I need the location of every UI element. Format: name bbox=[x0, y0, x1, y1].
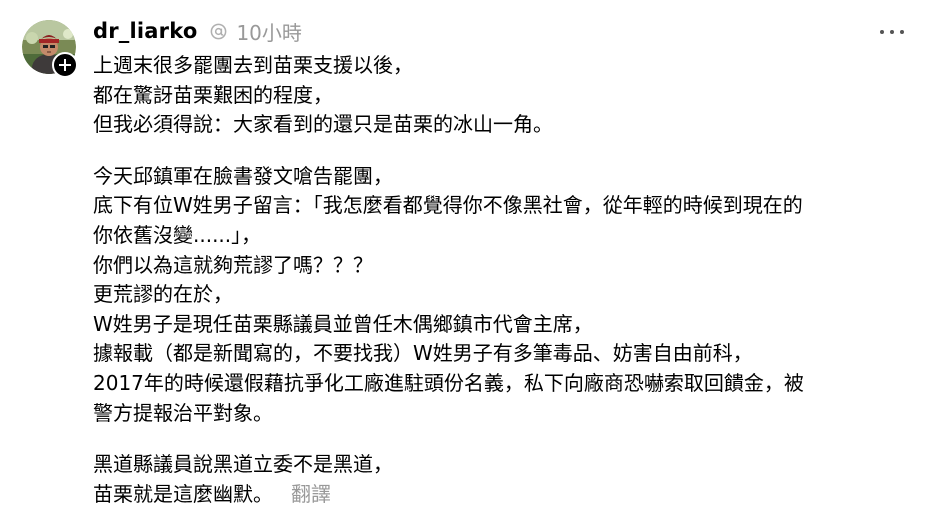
post-text-line: 上週末很多罷團去到苗栗支援以後， bbox=[93, 53, 413, 77]
post-timestamp[interactable]: 10小時 bbox=[236, 17, 301, 46]
username-link[interactable]: dr_liarko bbox=[93, 19, 197, 43]
post-text-line: 今天邱鎮軍在臉書發文嗆告罷團， bbox=[93, 163, 393, 188]
post-text-line: 都在驚訝苗栗艱困的程度， bbox=[93, 82, 333, 107]
post-text-line: W姓男子是現任苗栗縣議員並曾任木偶鄉鎮市代會主席， bbox=[93, 311, 593, 336]
post-text-line: 你依舊沒變......」， bbox=[93, 222, 262, 247]
more-horizontal-icon bbox=[900, 30, 904, 34]
post-body: 上週末很多罷團去到苗栗支援以後， 都在驚訝苗栗艱困的程度， 但我必須得說：大家看… bbox=[93, 51, 913, 509]
post-text-line: 但我必須得說：大家看到的還只是苗栗的冰山一角。 bbox=[93, 112, 553, 137]
post-text-line: 黑道縣議員說黑道立委不是黑道， bbox=[93, 452, 393, 477]
post-text-line: 更荒謬的在於， bbox=[93, 282, 233, 307]
translate-button[interactable]: 翻譯 bbox=[291, 482, 331, 506]
threads-at-icon bbox=[209, 22, 228, 41]
post-text-line: 警方提報治平對象。 bbox=[93, 400, 273, 425]
post-text-line: 2017年的時候還假藉抗爭化工廠進駐頭份名義，私下向廠商恐嚇索取回饋金，被 bbox=[93, 370, 804, 395]
more-options-button[interactable] bbox=[880, 20, 904, 44]
more-horizontal-icon bbox=[890, 30, 894, 34]
post-header: dr_liarko 10小時 bbox=[93, 14, 302, 48]
post-text-line: 苗栗就是這麼幽默。 bbox=[93, 481, 273, 506]
post-text-line: 底下有位W姓男子留言：「我怎麼看都覺得你不像黑社會，從年輕的時候到現在的 bbox=[93, 193, 803, 218]
plus-icon bbox=[59, 59, 71, 71]
follow-button[interactable] bbox=[52, 52, 78, 78]
threads-post: dr_liarko 10小時 上週末很多罷團去到苗栗支援以後， 都在驚訝苗栗艱困… bbox=[0, 0, 934, 529]
post-text-line: 你們以為這就夠荒謬了嗎？？？ bbox=[93, 252, 373, 277]
more-horizontal-icon bbox=[880, 30, 884, 34]
post-text-line: 據報載（都是新聞寫的，不要找我）W姓男子有多筆毒品、妨害自由前科， bbox=[93, 341, 753, 366]
avatar-container[interactable] bbox=[22, 20, 78, 78]
post-text-last-line: 苗栗就是這麼幽默。 翻譯 bbox=[93, 480, 913, 510]
